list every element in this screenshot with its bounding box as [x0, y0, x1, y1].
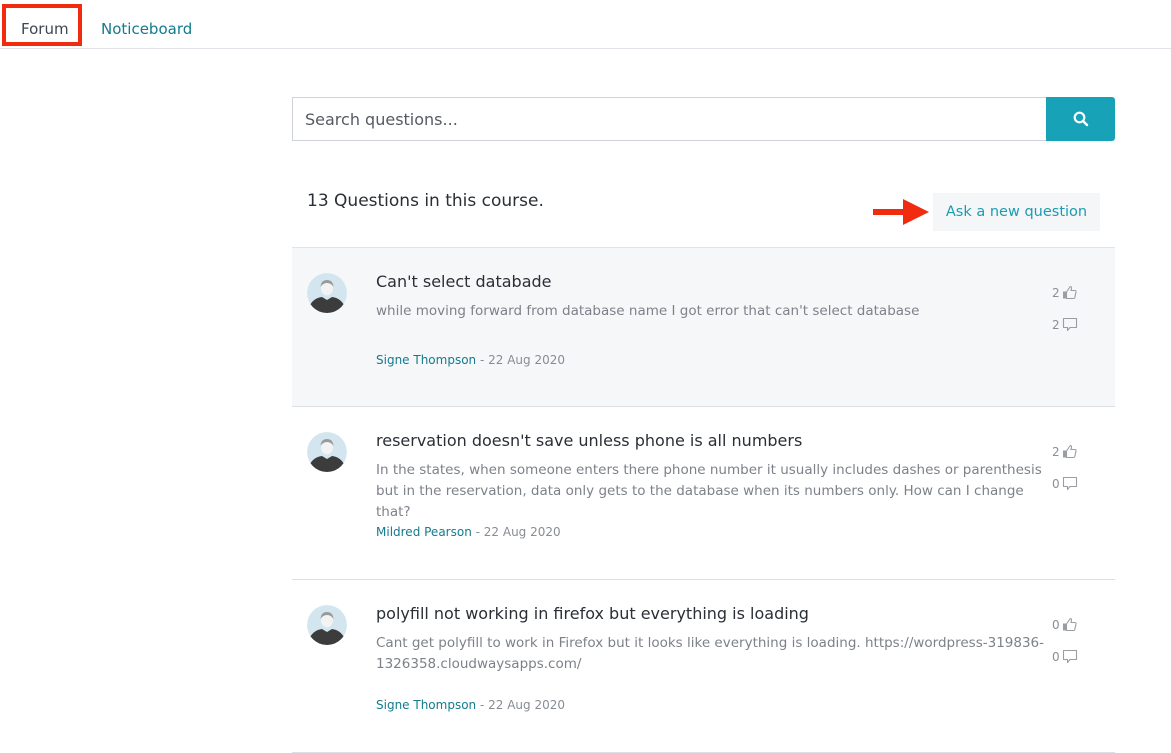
question-meta: Signe Thompson - 22 Aug 2020: [376, 698, 565, 712]
question-count: 13 Questions in this course.: [307, 191, 544, 211]
question-title[interactable]: Can't select databade: [376, 272, 552, 291]
search-icon: [1073, 111, 1088, 127]
author-link[interactable]: Mildred Pearson: [376, 525, 472, 539]
question-item[interactable]: reservation doesn't save unless phone is…: [292, 407, 1115, 580]
likes-counter[interactable]: 2: [1052, 285, 1077, 300]
user-avatar-icon: [307, 273, 347, 313]
question-excerpt: Cant get polyfill to work in Firefox but…: [376, 635, 1045, 672]
search-button[interactable]: [1046, 97, 1115, 141]
question-item[interactable]: polyfill not working in firefox but ever…: [292, 580, 1115, 753]
likes-count: 2: [1052, 285, 1060, 300]
question-list: Can't select databade while moving forwa…: [292, 247, 1115, 753]
question-title[interactable]: polyfill not working in firefox but ever…: [376, 604, 809, 623]
question-meta: Mildred Pearson - 22 Aug 2020: [376, 525, 561, 539]
annotation-arrow-icon: [873, 199, 929, 225]
search-input[interactable]: [292, 97, 1046, 141]
likes-counter[interactable]: 0: [1052, 617, 1077, 632]
comment-icon: [1062, 649, 1077, 664]
avatar: [307, 432, 347, 472]
avatar: [307, 605, 347, 645]
question-title[interactable]: reservation doesn't save unless phone is…: [376, 431, 802, 450]
question-date: - 22 Aug 2020: [471, 525, 561, 539]
question-excerpt: In the states, when someone enters there…: [376, 462, 1042, 520]
comments-counter[interactable]: 0: [1052, 649, 1078, 664]
comments-counter[interactable]: 2: [1052, 317, 1078, 332]
tab-forum[interactable]: Forum: [21, 9, 69, 48]
question-excerpt: while moving forward from database name …: [376, 303, 920, 319]
avatar: [307, 273, 347, 313]
question-date: - 22 Aug 2020: [476, 698, 565, 712]
tab-noticeboard[interactable]: Noticeboard: [101, 9, 192, 48]
ask-new-question-button[interactable]: Ask a new question: [933, 193, 1100, 231]
likes-count: 2: [1052, 444, 1060, 459]
comment-icon: [1062, 476, 1077, 491]
tab-bar: Forum Noticeboard: [0, 0, 1171, 49]
comments-counter[interactable]: 0: [1052, 476, 1078, 491]
author-link[interactable]: Signe Thompson: [376, 353, 476, 367]
question-meta: Signe Thompson - 22 Aug 2020: [376, 353, 565, 367]
comments-count: 0: [1052, 476, 1060, 491]
comments-count: 2: [1052, 317, 1060, 332]
comment-icon: [1062, 317, 1077, 332]
thumbs-up-icon: [1062, 445, 1077, 459]
likes-counter[interactable]: 2: [1052, 444, 1077, 459]
thumbs-up-icon: [1062, 618, 1077, 632]
user-avatar-icon: [307, 432, 347, 472]
question-date: - 22 Aug 2020: [476, 353, 565, 367]
comments-count: 0: [1052, 649, 1060, 664]
likes-count: 0: [1052, 617, 1060, 632]
thumbs-up-icon: [1062, 286, 1077, 300]
author-link[interactable]: Signe Thompson: [376, 698, 476, 712]
question-item[interactable]: Can't select databade while moving forwa…: [292, 248, 1115, 407]
user-avatar-icon: [307, 605, 347, 645]
search-bar: [292, 97, 1115, 141]
